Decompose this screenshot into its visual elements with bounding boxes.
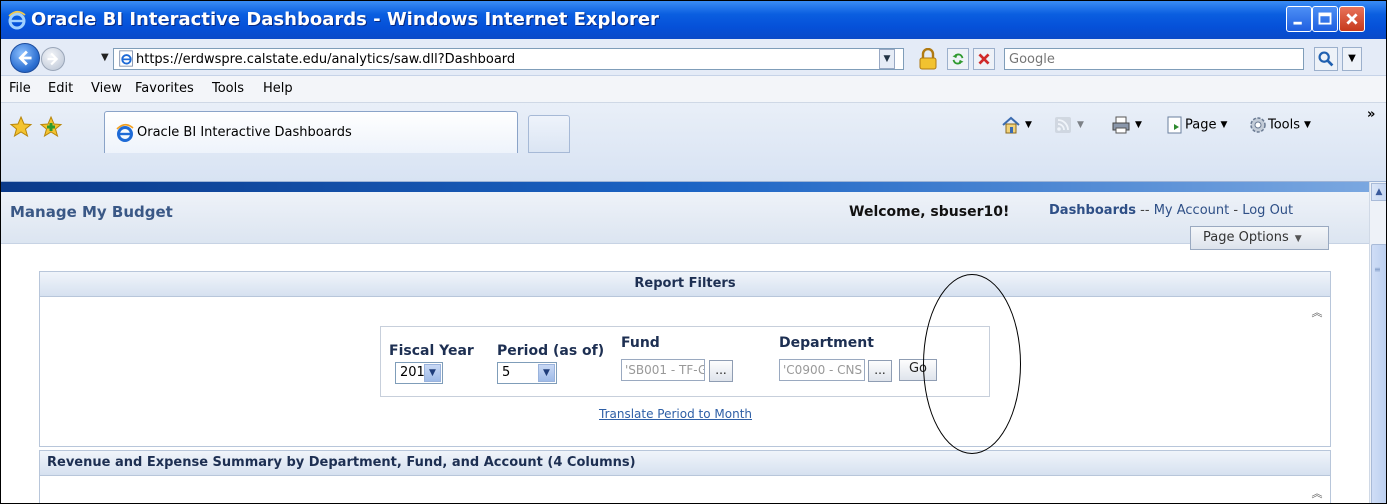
period-label: Period (as of) [497, 343, 605, 359]
fund-value: 'SB001 - TF-GE [625, 363, 704, 377]
dashboard-header: Manage My Budget Welcome, sbuser10! Dash… [1, 192, 1369, 250]
period-value: 5 [502, 365, 511, 380]
header-accent-strip [1, 182, 1369, 192]
chevron-down-icon: ▼ [424, 364, 441, 382]
browser-window: Oracle BI Interactive Dashboards - Windo… [0, 0, 1387, 504]
my-account-link[interactable]: My Account [1154, 203, 1230, 218]
fund-browse-button[interactable]: ... [709, 360, 733, 382]
page-icon [118, 50, 135, 67]
page-menu-button[interactable]: Page ▼ [1165, 115, 1227, 139]
back-button[interactable] [10, 43, 40, 73]
rss-feed-icon [1055, 117, 1071, 133]
menu-bar: File Edit View Favorites Tools Help [1, 76, 1386, 103]
fiscal-year-select[interactable]: 2010 ▼ [395, 362, 443, 384]
page-menu-label: Page [1185, 117, 1217, 133]
stop-button[interactable] [973, 48, 995, 70]
fund-field[interactable]: 'SB001 - TF-GE [621, 359, 705, 381]
search-input[interactable] [1009, 50, 1289, 68]
search-options-dropdown-icon[interactable]: ▼ [1342, 47, 1362, 71]
dashboard-page: Manage My Budget Welcome, sbuser10! Dash… [1, 182, 1369, 503]
fund-label: Fund [621, 335, 660, 351]
chevron-down-icon: ▼ [1294, 234, 1302, 244]
page-options-button[interactable]: Page Options ▼ [1190, 226, 1329, 250]
link-separator: - [1233, 203, 1239, 218]
collapse-icon[interactable]: ︽ [1309, 306, 1325, 320]
new-tab-button[interactable] [528, 115, 570, 153]
department-value: 'C0900 - CNS D [783, 363, 864, 377]
internet-explorer-icon [7, 10, 27, 30]
close-button[interactable] [1339, 6, 1365, 32]
recent-pages-dropdown-icon[interactable]: ▼ [101, 52, 109, 63]
page-title: Manage My Budget [10, 203, 173, 221]
menu-tools[interactable]: Tools [212, 81, 244, 96]
page-options-label: Page Options [1203, 230, 1289, 245]
department-browse-button[interactable]: ... [868, 360, 892, 382]
refresh-button[interactable] [947, 48, 969, 70]
search-field[interactable] [1004, 48, 1304, 70]
maximize-button[interactable] [1312, 6, 1338, 32]
scroll-thumb[interactable] [1371, 244, 1386, 503]
revenue-expense-header: Revenue and Expense Summary by Departmen… [40, 451, 1330, 476]
internet-explorer-icon [115, 123, 135, 143]
gear-icon [1250, 117, 1266, 133]
period-select[interactable]: 5 ▼ [497, 362, 557, 384]
page-icon [1167, 116, 1182, 134]
tools-menu-button[interactable]: Tools ▼ [1248, 115, 1311, 139]
url-text: https://erdwspre.calstate.edu/analytics/… [136, 52, 516, 67]
department-label: Department [779, 335, 874, 351]
dashboards-link[interactable]: Dashboards [1049, 203, 1136, 218]
lock-icon[interactable] [918, 47, 938, 70]
minimize-button[interactable] [1286, 6, 1312, 32]
printer-icon [1112, 116, 1130, 134]
scroll-grip-icon: ≡ [1374, 265, 1381, 274]
tab-oracle-bi[interactable]: Oracle BI Interactive Dashboards [104, 111, 518, 153]
home-icon [1002, 116, 1020, 134]
translate-period-link[interactable]: Translate Period to Month [599, 407, 752, 421]
feeds-button[interactable]: ▼ [1053, 115, 1084, 139]
scroll-up-icon[interactable]: ▲ [1371, 183, 1386, 201]
report-filters-panel: Report Filters ︽ Fiscal Year 2010 ▼ Peri… [39, 271, 1331, 447]
tools-menu-label: Tools [1268, 117, 1301, 133]
favorites-star-icon[interactable] [9, 115, 33, 139]
address-toolbar: ▼ https://erdwspre.calstate.edu/analytic… [1, 39, 1386, 76]
revenue-expense-panel: Revenue and Expense Summary by Departmen… [39, 450, 1331, 503]
header-links: Dashboards -- My Account - Log Out [1049, 203, 1293, 218]
log-out-link[interactable]: Log Out [1242, 203, 1293, 218]
collapse-icon[interactable]: ︽ [1309, 487, 1325, 501]
search-icon[interactable] [1314, 47, 1338, 71]
add-favorite-icon[interactable] [39, 115, 63, 139]
menu-file[interactable]: File [9, 81, 31, 96]
menu-view[interactable]: View [91, 81, 122, 96]
menu-favorites[interactable]: Favorites [135, 81, 194, 96]
tab-bar: Oracle BI Interactive Dashboards ▼ ▼ ▼ P… [1, 103, 1386, 182]
tab-label: Oracle BI Interactive Dashboards [137, 125, 352, 140]
vertical-scrollbar[interactable]: ▲ ≡ [1369, 182, 1386, 503]
home-button[interactable]: ▼ [1001, 115, 1032, 139]
title-bar: Oracle BI Interactive Dashboards - Windo… [1, 1, 1386, 39]
filter-prompts: Fiscal Year 2010 ▼ Period (as of) 5 ▼ Fu… [380, 326, 990, 397]
link-separator: -- [1140, 203, 1150, 218]
menu-help[interactable]: Help [263, 81, 293, 96]
url-field[interactable]: https://erdwspre.calstate.edu/analytics/… [113, 48, 904, 70]
go-button[interactable]: Go [899, 359, 937, 381]
report-filters-header: Report Filters [40, 272, 1330, 297]
fiscal-year-label: Fiscal Year [389, 343, 474, 359]
chevron-down-icon: ▼ [538, 364, 555, 382]
menu-edit[interactable]: Edit [48, 81, 73, 96]
forward-button[interactable] [41, 47, 65, 71]
url-dropdown-icon[interactable]: ▼ [879, 49, 895, 69]
window-title: Oracle BI Interactive Dashboards - Windo… [31, 9, 659, 30]
department-field[interactable]: 'C0900 - CNS D [779, 359, 865, 381]
welcome-message: Welcome, sbuser10! [849, 204, 1010, 220]
more-commands-chevron-icon[interactable]: » [1367, 107, 1375, 131]
print-button[interactable]: ▼ [1111, 115, 1142, 139]
